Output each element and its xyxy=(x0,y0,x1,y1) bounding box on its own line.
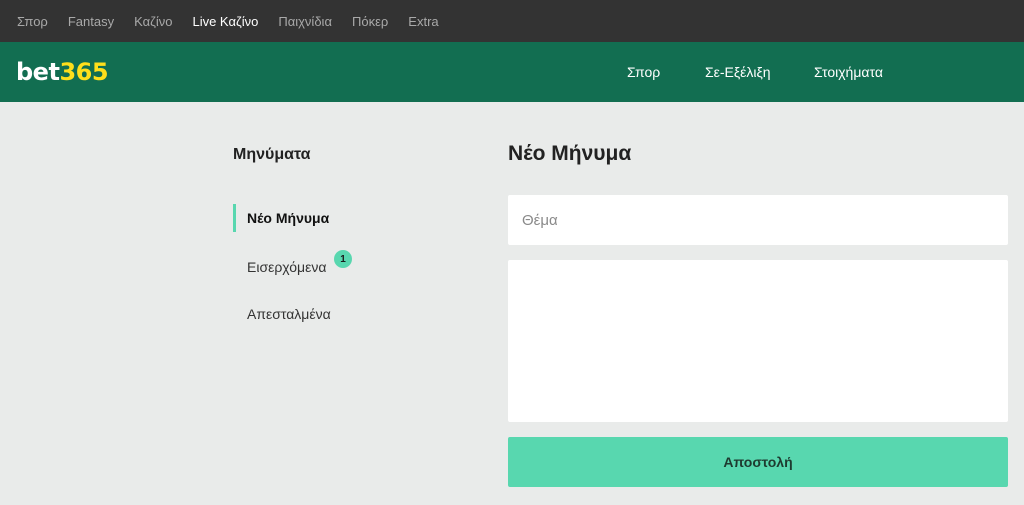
nav-item-in-play[interactable]: Σε-Εξέλιξη xyxy=(705,64,771,80)
topbar-item-poker[interactable]: Πόκερ xyxy=(352,14,388,29)
topbar-item-fantasy[interactable]: Fantasy xyxy=(68,14,114,29)
topbar-item-live-casino[interactable]: Live Καζίνο xyxy=(192,14,258,29)
sidebar-item-inbox[interactable]: Εισερχόμενα xyxy=(233,253,326,281)
message-body-textarea[interactable] xyxy=(508,260,1008,422)
topbar-item-extra[interactable]: Extra xyxy=(408,14,438,29)
send-button[interactable]: Αποστολή xyxy=(508,437,1008,487)
topbar-item-games[interactable]: Παιχνίδια xyxy=(278,14,332,29)
sidebar-item-label: Νέο Μήνυμα xyxy=(247,210,330,226)
sidebar-item-new-message[interactable]: Νέο Μήνυμα xyxy=(233,204,329,232)
sidebar-title: Μηνύματα xyxy=(233,146,311,163)
page-title: Νέο Μήνυμα xyxy=(508,142,632,165)
subject-input[interactable] xyxy=(508,195,1008,245)
sidebar-item-sent[interactable]: Απεσταλμένα xyxy=(233,300,331,328)
sidebar-item-label: Απεσταλμένα xyxy=(247,306,331,322)
main-nav: Σπορ Σε-Εξέλιξη Στοιχήματα xyxy=(0,42,1024,102)
inbox-count-badge: 1 xyxy=(334,250,352,268)
topbar-item-casino[interactable]: Καζίνο xyxy=(134,14,172,29)
top-product-bar: Σπορ Fantasy Καζίνο Live Καζίνο Παιχνίδι… xyxy=(0,0,1024,42)
nav-item-sports[interactable]: Σπορ xyxy=(627,64,660,80)
nav-item-bets[interactable]: Στοιχήματα xyxy=(814,64,883,80)
topbar-item-sports[interactable]: Σπορ xyxy=(17,14,48,29)
site-header: bet365 Σπορ Σε-Εξέλιξη Στοιχήματα xyxy=(0,42,1024,102)
sidebar-item-label: Εισερχόμενα xyxy=(247,259,327,275)
